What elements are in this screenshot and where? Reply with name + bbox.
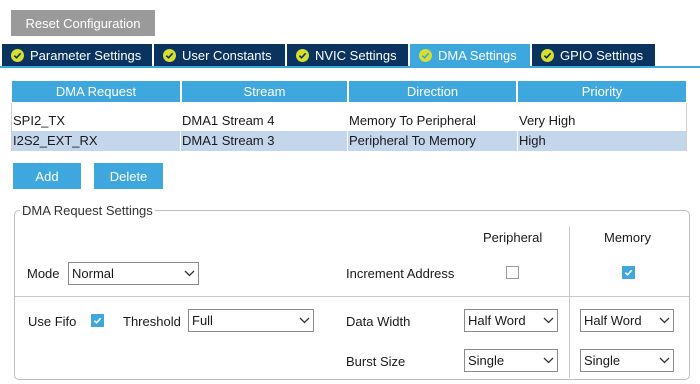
delete-button[interactable]: Delete: [94, 163, 163, 189]
data-width-peripheral-value: Half Word: [468, 313, 526, 328]
tab-bar: Parameter Settings User Constants NVIC S…: [0, 44, 700, 66]
burst-size-peripheral-value: Single: [468, 353, 505, 368]
increment-address-label: Increment Address: [346, 266, 455, 281]
column-header-dma-request[interactable]: DMA Request: [12, 81, 180, 102]
mode-value: Normal: [72, 266, 114, 281]
tab-label: DMA Settings: [438, 47, 517, 63]
mode-label: Mode: [27, 266, 60, 281]
data-width-peripheral-select[interactable]: Half Word: [464, 309, 558, 332]
data-width-label: Data Width: [346, 314, 411, 329]
chevron-down-icon: [180, 263, 198, 284]
add-button[interactable]: Add: [13, 163, 81, 189]
tab-gpio-settings[interactable]: GPIO Settings: [532, 44, 655, 66]
column-header-stream[interactable]: Stream: [182, 81, 347, 102]
chevron-down-icon: [539, 310, 557, 331]
table-row[interactable]: SPI2_TX DMA1 Stream 4 Memory To Peripher…: [12, 111, 686, 131]
burst-size-label: Burst Size: [346, 354, 406, 369]
checkmark-icon: [624, 269, 633, 276]
cell-stream: DMA1 Stream 3: [180, 131, 274, 151]
reset-configuration-button[interactable]: Reset Configuration: [11, 10, 155, 36]
column-divider: [569, 226, 570, 378]
cell-dma-request: I2S2_EXT_RX: [13, 133, 98, 148]
check-circle-icon: [541, 48, 554, 62]
check-circle-icon: [163, 48, 176, 62]
tab-label: NVIC Settings: [315, 47, 397, 63]
column-header-priority[interactable]: Priority: [518, 81, 686, 102]
cell-direction: Peripheral To Memory: [347, 131, 476, 151]
burst-size-memory-value: Single: [584, 353, 621, 368]
threshold-select[interactable]: Full: [188, 309, 314, 332]
chevron-down-icon: [655, 310, 673, 331]
threshold-value: Full: [192, 313, 213, 328]
check-circle-icon: [11, 48, 24, 62]
tab-label: User Constants: [182, 47, 272, 63]
group-legend: DMA Request Settings: [20, 203, 155, 218]
column-header-direction[interactable]: Direction: [349, 81, 516, 102]
row-divider: [15, 296, 689, 297]
checkmark-icon: [93, 317, 102, 324]
tab-parameter-settings[interactable]: Parameter Settings: [2, 44, 152, 66]
tab-user-constants[interactable]: User Constants: [154, 44, 285, 66]
cell-stream: DMA1 Stream 4: [182, 113, 275, 128]
burst-size-memory-select[interactable]: Single: [580, 349, 674, 372]
tab-label: Parameter Settings: [30, 47, 142, 63]
increment-memory-checkbox[interactable]: [622, 266, 635, 279]
increment-peripheral-checkbox[interactable]: [506, 266, 519, 279]
chevron-down-icon: [539, 350, 557, 371]
peripheral-header: Peripheral: [483, 230, 543, 245]
cell-priority: High: [517, 131, 546, 151]
data-width-memory-select[interactable]: Half Word: [580, 309, 674, 332]
tab-nvic-settings[interactable]: NVIC Settings: [287, 44, 408, 66]
data-width-memory-value: Half Word: [584, 313, 642, 328]
mode-select[interactable]: Normal: [68, 262, 199, 285]
use-fifo-label: Use Fifo: [28, 314, 77, 329]
cell-priority: Very High: [519, 113, 576, 128]
check-circle-icon: [419, 48, 432, 62]
check-circle-icon: [296, 48, 309, 62]
tab-label: GPIO Settings: [560, 47, 644, 63]
cell-dma-request: SPI2_TX: [13, 113, 66, 128]
use-fifo-checkbox[interactable]: [91, 314, 104, 327]
chevron-down-icon: [295, 310, 313, 331]
memory-header: Memory: [604, 230, 651, 245]
cell-direction: Memory To Peripheral: [349, 113, 476, 128]
burst-size-peripheral-select[interactable]: Single: [464, 349, 558, 372]
chevron-down-icon: [655, 350, 673, 371]
table-row-selected[interactable]: I2S2_EXT_RX DMA1 Stream 3 Peripheral To …: [12, 131, 686, 151]
tab-underline: [0, 66, 700, 68]
tab-dma-settings[interactable]: DMA Settings: [410, 44, 530, 66]
threshold-label: Threshold: [123, 314, 181, 329]
